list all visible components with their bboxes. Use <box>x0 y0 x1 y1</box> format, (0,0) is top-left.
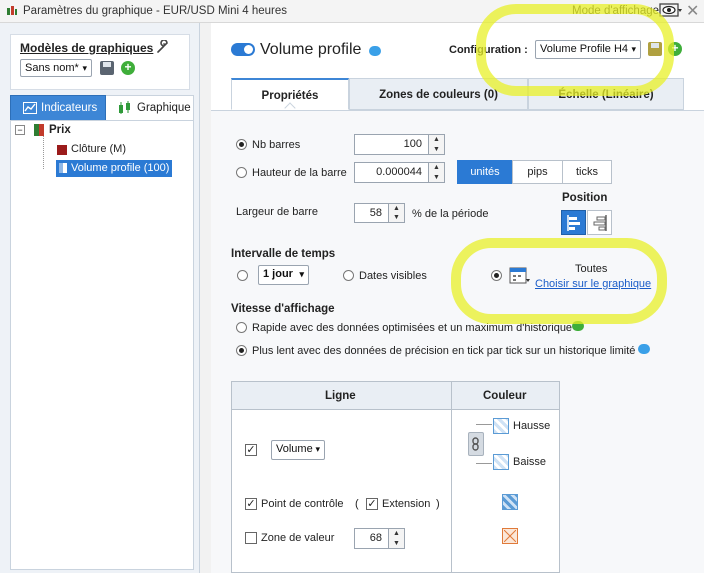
add-template-icon[interactable]: + <box>121 61 135 75</box>
price-icon <box>34 124 44 136</box>
link-line-top <box>476 424 492 425</box>
interval-select[interactable]: 1 jour ▾ <box>258 265 309 285</box>
chain-icon <box>472 437 479 451</box>
tree-root-price[interactable]: Prix <box>49 124 71 136</box>
column-divider <box>451 382 452 572</box>
bar-height-radio[interactable] <box>236 167 247 178</box>
value-zone-label: Zone de valeur <box>261 532 335 544</box>
nb-bars-label: Nb barres <box>252 139 301 151</box>
align-right-icon <box>593 215 607 231</box>
candles-icon <box>119 101 130 114</box>
hausse-color-swatch[interactable] <box>493 418 509 434</box>
templates-title: Modèles de graphiques <box>20 41 154 55</box>
tree-item-volume-label: Volume profile (100) <box>71 162 170 174</box>
tab-indicators[interactable]: Indicateurs <box>10 95 106 121</box>
template-select[interactable]: Sans nom* ▾ <box>20 59 92 77</box>
time-interval-title: Intervalle de temps <box>231 248 336 260</box>
value-zone-color-swatch[interactable] <box>502 528 518 544</box>
volume-checkbox[interactable]: ✓ <box>245 444 257 456</box>
link-colors-icon[interactable] <box>468 432 484 456</box>
nb-bars-radio[interactable] <box>236 139 247 150</box>
unit-units-button[interactable]: unités <box>457 160 513 184</box>
value-zone-input[interactable]: 68 <box>354 528 389 549</box>
cross-pattern-icon <box>504 530 516 542</box>
hausse-label: Hausse <box>513 420 551 432</box>
chevron-down-icon: ▾ <box>299 269 304 279</box>
tree-line <box>43 136 44 169</box>
col-color-header: Couleur <box>483 390 527 402</box>
control-point-checkbox[interactable]: ✓ <box>245 498 257 510</box>
wrench-icon[interactable] <box>156 40 170 54</box>
visible-dates-radio[interactable] <box>343 270 354 281</box>
tree-item-close[interactable]: Clôture (M) <box>71 143 126 155</box>
volume-select-value: Volume <box>276 443 313 455</box>
bar-width-label: Largeur de barre <box>236 206 318 218</box>
bar-height-spinner[interactable]: ▲ ▼ <box>429 162 445 183</box>
speed-slow-label: Plus lent avec des données de précision … <box>252 345 636 357</box>
control-point-color-swatch[interactable] <box>502 494 518 510</box>
unit-pips-button[interactable]: pips <box>512 160 563 184</box>
nb-bars-input[interactable]: 100 <box>354 134 429 155</box>
extension-checkbox[interactable]: ✓ <box>366 498 378 510</box>
baisse-color-swatch[interactable] <box>493 454 509 470</box>
align-left-icon <box>567 215 580 231</box>
chart-candles-icon <box>7 6 17 15</box>
bar-width-spinner[interactable]: ▲ ▼ <box>389 203 405 223</box>
indicator-tree <box>10 120 194 570</box>
col-line-header: Ligne <box>325 390 356 402</box>
interval-select-value: 1 jour <box>263 268 293 280</box>
tab-chart[interactable]: Graphique <box>106 95 194 121</box>
speed-fast-radio[interactable] <box>236 322 247 333</box>
save-template-icon[interactable] <box>100 61 114 75</box>
bar-width-suffix: % de la période <box>412 208 489 220</box>
speed-title: Vitesse d'affichage <box>231 303 335 315</box>
value-zone-checkbox[interactable] <box>245 532 257 544</box>
bar-width-input[interactable]: 58 <box>354 203 389 223</box>
link-line-bottom <box>476 463 492 464</box>
interval-radio[interactable] <box>237 270 248 281</box>
highlight-annotation-all <box>451 238 667 324</box>
close-series-icon <box>57 145 67 155</box>
volume-profile-icon <box>59 163 67 173</box>
volume-select[interactable]: Volume ▾ <box>271 440 325 460</box>
control-point-label: Point de contrôle <box>261 498 344 510</box>
baisse-label: Baisse <box>513 456 547 468</box>
position-left-button[interactable] <box>561 210 586 235</box>
chevron-down-icon: ▾ <box>315 444 320 454</box>
close-icon[interactable]: ✕ <box>686 1 699 21</box>
position-right-button[interactable] <box>587 210 612 235</box>
window-title: Paramètres du graphique - EUR/USD Mini 4… <box>23 5 287 17</box>
nb-bars-spinner[interactable]: ▲ ▼ <box>429 134 445 155</box>
speed-slow-radio[interactable] <box>236 345 247 356</box>
bar-height-input[interactable]: 0.000044 <box>354 162 429 183</box>
unit-ticks-button[interactable]: ticks <box>562 160 612 184</box>
visible-dates-label: Dates visibles <box>359 270 427 282</box>
line-chart-icon <box>23 102 37 114</box>
info-bubble-icon[interactable] <box>369 46 381 56</box>
value-zone-spinner[interactable]: ▲ ▼ <box>389 528 405 549</box>
extension-label: Extension <box>382 498 431 510</box>
extension-open-paren: ( <box>355 498 359 510</box>
tab-indicators-label: Indicateurs <box>41 102 98 114</box>
extension-close-paren: ) <box>436 498 440 510</box>
highlight-annotation-config <box>476 4 674 96</box>
blue-info-icon[interactable] <box>638 344 650 354</box>
chevron-down-icon: ▾ <box>82 63 87 73</box>
indicator-title: Volume profile <box>260 41 362 58</box>
template-select-value: Sans nom* <box>25 62 79 74</box>
bar-height-label: Hauteur de la barre <box>252 167 347 179</box>
tab-chart-label: Graphique <box>137 102 191 114</box>
position-label: Position <box>562 192 608 204</box>
indicator-toggle[interactable] <box>231 43 255 56</box>
collapse-toggle-icon[interactable]: − <box>15 125 25 135</box>
